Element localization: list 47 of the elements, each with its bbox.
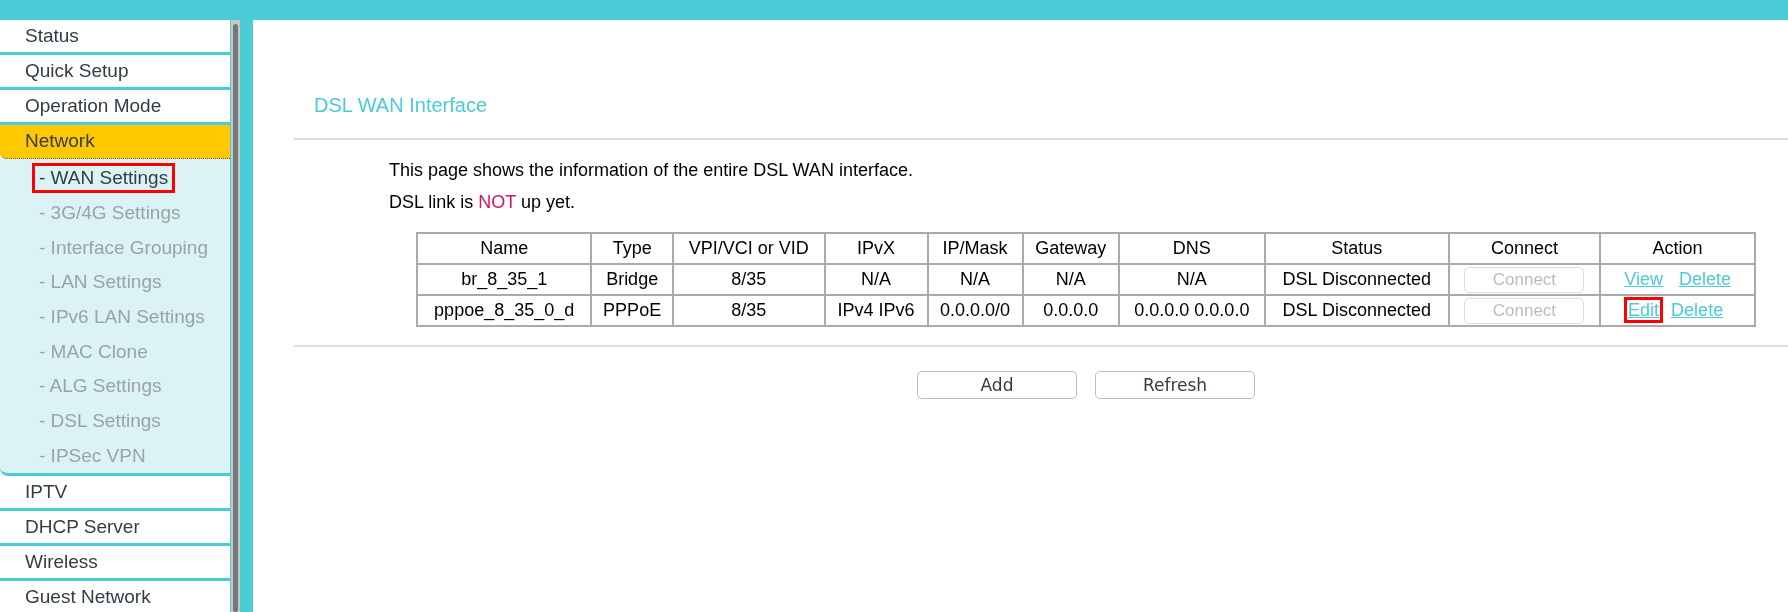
table-cell: DSL Disconnected: [1264, 295, 1449, 326]
submenu-item[interactable]: - Interface Grouping: [32, 232, 215, 263]
submenu-item[interactable]: - 3G/4G Settings: [32, 198, 188, 229]
submenu-item[interactable]: - IPSec VPN: [32, 440, 153, 471]
action-button[interactable]: Refresh: [1095, 371, 1255, 399]
sidebar-item[interactable]: Network: [0, 125, 230, 159]
table-cell: 8/35: [672, 264, 825, 295]
table-cell: pppoe_8_35_0_d: [417, 295, 592, 326]
table-cell: 0.0.0.0/0: [927, 295, 1023, 326]
table-cell: PPPoE: [591, 295, 673, 326]
submenu-item[interactable]: - IPv6 LAN Settings: [32, 302, 212, 333]
table-cell: N/A: [1118, 264, 1265, 295]
table-cell: 0.0.0.0: [1022, 295, 1119, 326]
action-link[interactable]: Delete: [1674, 266, 1735, 292]
table-cell: 8/35: [672, 295, 825, 326]
table-cell: N/A: [824, 264, 928, 295]
page-title: DSL WAN Interface: [313, 94, 489, 118]
table-cell: N/A: [1022, 264, 1119, 295]
column-header: Status: [1264, 233, 1449, 264]
action-link[interactable]: Edit: [1624, 297, 1664, 323]
table-cell: 0.0.0.0 0.0.0.0: [1118, 295, 1265, 326]
column-header: Name: [417, 233, 592, 264]
column-header: Action: [1600, 233, 1755, 264]
scrollbar[interactable]: [231, 20, 240, 612]
submenu-item[interactable]: - DSL Settings: [32, 406, 168, 437]
table-cell: Bridge: [591, 264, 673, 295]
submenu-item[interactable]: - MAC Clone: [32, 336, 155, 367]
column-header: IPvX: [824, 233, 928, 264]
sidebar-item[interactable]: Status: [0, 20, 230, 55]
table-cell: N/A: [927, 264, 1023, 295]
table-cell: IPv4 IPv6: [824, 295, 928, 326]
column-header: Gateway: [1022, 233, 1119, 264]
table-cell: br_8_35_1: [417, 264, 592, 295]
action-button[interactable]: Add: [917, 371, 1077, 399]
action-link[interactable]: Delete: [1667, 297, 1728, 323]
submenu-item[interactable]: - WAN Settings: [32, 163, 176, 194]
link-status-text: DSL link is NOT up yet.: [388, 191, 577, 214]
submenu-item[interactable]: - LAN Settings: [32, 267, 169, 298]
column-header: Connect: [1448, 233, 1601, 264]
description-text: This page shows the information of the entire DSL WAN interface.: [388, 159, 914, 182]
action-link[interactable]: View: [1620, 266, 1667, 292]
table-cell: DSL Disconnected: [1264, 264, 1449, 295]
submenu-item[interactable]: - ALG Settings: [32, 371, 169, 402]
column-header: DNS: [1118, 233, 1265, 264]
column-header: Type: [591, 233, 673, 264]
column-header: VPI/VCI or VID: [672, 233, 825, 264]
column-header: IP/Mask: [927, 233, 1023, 264]
